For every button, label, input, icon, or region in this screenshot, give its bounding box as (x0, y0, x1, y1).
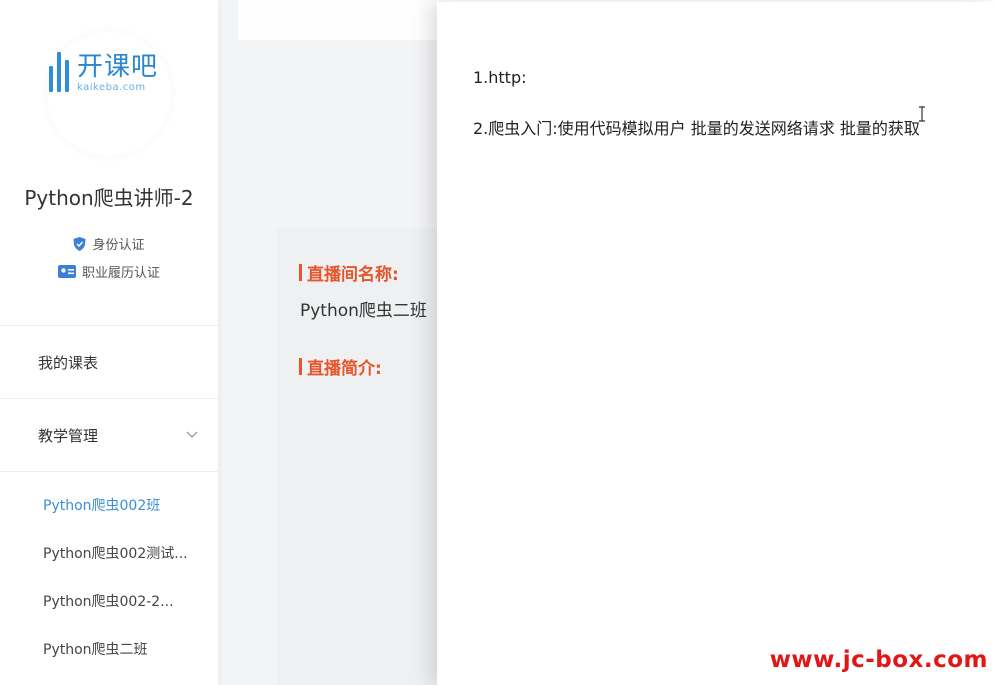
live-name-value: Python爬虫二班 (300, 301, 427, 321)
watermark: www.jc-box.com (769, 647, 988, 673)
doc-line: 2.爬虫入门:使用代码模拟用户 批量的发送网络请求 批量的获取 (473, 119, 920, 138)
shield-icon (73, 236, 86, 251)
teacher-name: Python爬虫讲师-2 (24, 186, 194, 210)
class-item[interactable]: Python爬虫002班 (0, 482, 218, 530)
live-name-label: 直播间名称: (299, 260, 399, 285)
menu-item-my-schedule[interactable]: 我的课表 (0, 326, 218, 399)
document-panel[interactable]: 1.http: 2.爬虫入门:使用代码模拟用户 批量的发送网络请求 批量的获取 (437, 2, 994, 685)
app-window: 开课吧 kaikeba.com Python爬虫讲师-2 身份认证 职业履历认证… (0, 0, 994, 685)
avatar (47, 32, 171, 156)
doc-line: 1.http: (473, 68, 527, 87)
live-intro-label: 直播简介: (299, 354, 382, 379)
id-card-icon (57, 265, 76, 278)
logo-en-text: kaikeba.com (77, 82, 146, 93)
class-item[interactable]: Python爬虫002-2... (0, 578, 218, 626)
class-item[interactable]: Python爬虫二班 (0, 626, 218, 674)
profile-card: 开课吧 kaikeba.com Python爬虫讲师-2 身份认证 职业履历认证 (0, 0, 218, 326)
chevron-down-icon (186, 431, 198, 438)
sidebar: 开课吧 kaikeba.com Python爬虫讲师-2 身份认证 职业履历认证… (0, 0, 218, 685)
kaikeba-logo: 开课吧 kaikeba.com (47, 52, 158, 94)
menu-item-label: 我的课表 (38, 353, 99, 372)
menu-item-label: 教学管理 (38, 426, 99, 445)
identity-certification: 身份认证 (0, 234, 218, 253)
text-cursor-icon (919, 106, 925, 122)
live-room-card: 直播间名称: Python爬虫二班 直播简介: (277, 228, 457, 685)
menu-item-teaching-management[interactable]: 教学管理 (0, 399, 218, 472)
career-certification: 职业履历认证 (0, 262, 218, 281)
logo-mark-icon (47, 52, 71, 92)
logo-cn-text: 开课吧 (77, 52, 159, 82)
class-list: Python爬虫002班 Python爬虫002测试... Python爬虫00… (0, 472, 218, 674)
class-item[interactable]: Python爬虫002测试... (0, 530, 218, 578)
